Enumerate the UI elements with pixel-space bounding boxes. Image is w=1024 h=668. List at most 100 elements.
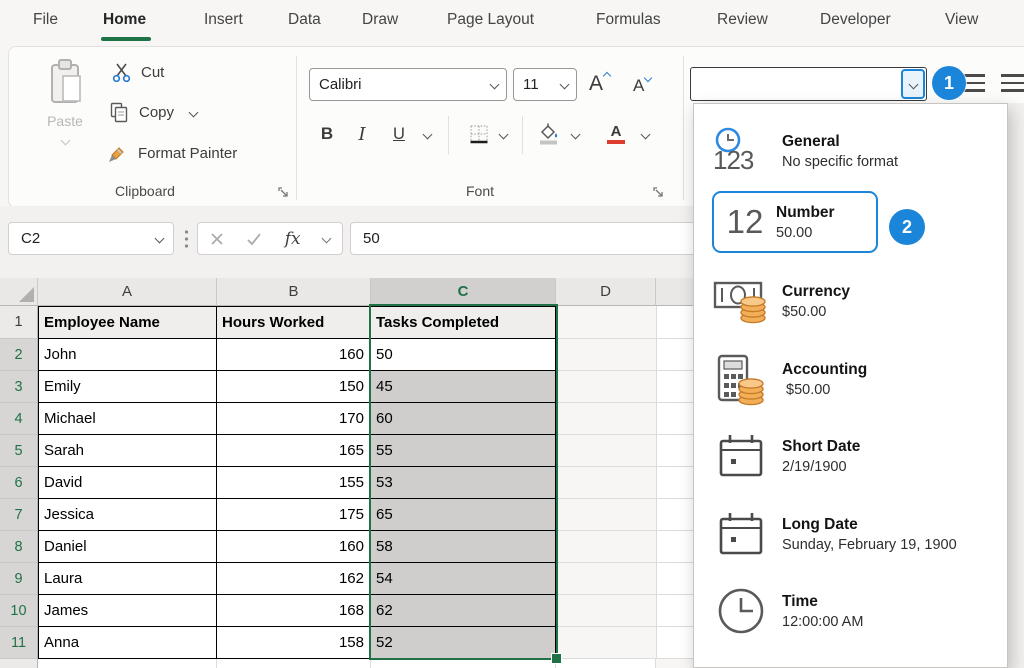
- tab-draw[interactable]: Draw: [362, 11, 398, 29]
- cell-d6[interactable]: [556, 467, 657, 499]
- cell-d3[interactable]: [556, 371, 657, 403]
- tab-developer[interactable]: Developer: [820, 11, 891, 29]
- tab-review[interactable]: Review: [717, 11, 768, 29]
- tab-home[interactable]: Home: [103, 11, 146, 29]
- enter-check-icon[interactable]: [246, 232, 262, 246]
- cell-b1[interactable]: Hours Worked: [217, 306, 371, 339]
- format-option-number-selected[interactable]: 12 Number 50.00: [712, 191, 878, 253]
- cell-b9[interactable]: 162: [217, 563, 371, 595]
- cell-c1[interactable]: Tasks Completed: [371, 306, 556, 339]
- align-lines-icon[interactable]: [1001, 74, 1024, 97]
- row-header[interactable]: 7: [0, 499, 38, 531]
- cell-b5[interactable]: 165: [217, 435, 371, 467]
- shrink-font-button[interactable]: A: [633, 76, 650, 96]
- cell-a7[interactable]: Jessica: [38, 499, 217, 531]
- copy-button[interactable]: Copy: [110, 102, 197, 123]
- format-option-time[interactable]: Time 12:00:00 AM: [700, 576, 1000, 646]
- cell-b6[interactable]: 155: [217, 467, 371, 499]
- name-box[interactable]: C2: [8, 222, 174, 255]
- format-option-long-date[interactable]: Long Date Sunday, February 19, 1900: [700, 499, 1000, 569]
- format-option-general[interactable]: 123 General No specific format: [700, 116, 1000, 186]
- row-header[interactable]: 8: [0, 531, 38, 563]
- cell-a9[interactable]: Laura: [38, 563, 217, 595]
- row-header[interactable]: 2: [0, 339, 38, 371]
- number-format-dropdown-arrow[interactable]: [901, 69, 925, 99]
- cell-a1[interactable]: Employee Name: [38, 306, 217, 339]
- tab-formulas[interactable]: Formulas: [596, 11, 661, 29]
- row-header[interactable]: 10: [0, 595, 38, 627]
- font-name-combo[interactable]: Calibri: [309, 68, 507, 101]
- underline-button[interactable]: U: [388, 120, 410, 148]
- cell-d4[interactable]: [556, 403, 657, 435]
- borders-button[interactable]: [468, 120, 490, 148]
- row-header[interactable]: 1: [0, 306, 38, 339]
- cell-a11[interactable]: Anna: [38, 627, 217, 659]
- row-header[interactable]: 9: [0, 563, 38, 595]
- column-header-a[interactable]: A: [38, 278, 217, 306]
- cell-d9[interactable]: [556, 563, 657, 595]
- row-header[interactable]: 3: [0, 371, 38, 403]
- cell-c3[interactable]: 45: [371, 371, 556, 403]
- row-header[interactable]: 4: [0, 403, 38, 435]
- cell-b7[interactable]: 175: [217, 499, 371, 531]
- tab-data[interactable]: Data: [288, 11, 321, 29]
- cell-a6[interactable]: David: [38, 467, 217, 499]
- cell-b8[interactable]: 160: [217, 531, 371, 563]
- cell-d1[interactable]: [556, 306, 657, 339]
- font-size-combo[interactable]: 11: [513, 68, 577, 101]
- fill-color-button[interactable]: [536, 120, 560, 148]
- tab-page-layout[interactable]: Page Layout: [447, 11, 534, 29]
- number-format-combo[interactable]: [690, 67, 927, 101]
- column-header-c-selected[interactable]: C: [371, 278, 556, 306]
- cell-a2[interactable]: John: [38, 339, 217, 371]
- cell-c11[interactable]: 52: [371, 627, 556, 659]
- cell-c8[interactable]: 58: [371, 531, 556, 563]
- cell-a10[interactable]: James: [38, 595, 217, 627]
- paste-button[interactable]: Paste: [36, 58, 94, 178]
- format-option-accounting[interactable]: Accounting $50.00: [700, 344, 1000, 414]
- cell-a5[interactable]: Sarah: [38, 435, 217, 467]
- cell-d11[interactable]: [556, 627, 657, 659]
- bold-button[interactable]: B: [314, 120, 340, 148]
- cell-d10[interactable]: [556, 595, 657, 627]
- cell-b10[interactable]: 168: [217, 595, 371, 627]
- cell-c5[interactable]: 55: [371, 435, 556, 467]
- row-header[interactable]: 11: [0, 627, 38, 659]
- grow-font-button[interactable]: A: [589, 72, 609, 96]
- row-header[interactable]: 5: [0, 435, 38, 467]
- cell-d2[interactable]: [556, 339, 657, 371]
- fill-handle[interactable]: [551, 653, 562, 664]
- cell-a3[interactable]: Emily: [38, 371, 217, 403]
- cell-c7[interactable]: 65: [371, 499, 556, 531]
- cell-d5[interactable]: [556, 435, 657, 467]
- cell-b4[interactable]: 170: [217, 403, 371, 435]
- column-header-b[interactable]: B: [217, 278, 371, 306]
- clipboard-dialog-launcher[interactable]: [277, 186, 290, 199]
- font-dialog-launcher[interactable]: [652, 186, 665, 199]
- cell-a4[interactable]: Michael: [38, 403, 217, 435]
- tab-view[interactable]: View: [945, 11, 978, 29]
- row-header[interactable]: 6: [0, 467, 38, 499]
- cell-c6[interactable]: 53: [371, 467, 556, 499]
- cell-c2-active[interactable]: 50: [371, 339, 556, 371]
- cell-b2[interactable]: 160: [217, 339, 371, 371]
- format-option-short-date[interactable]: Short Date 2/19/1900: [700, 421, 1000, 491]
- cut-button[interactable]: Cut: [112, 62, 164, 83]
- cell-d8[interactable]: [556, 531, 657, 563]
- cancel-icon[interactable]: [210, 232, 224, 246]
- select-all-corner[interactable]: [0, 278, 38, 306]
- cell-b11[interactable]: 158: [217, 627, 371, 659]
- tab-file[interactable]: File: [33, 11, 58, 29]
- insert-function-button[interactable]: fx: [285, 229, 301, 249]
- cell-c10[interactable]: 62: [371, 595, 556, 627]
- cell-b3[interactable]: 150: [217, 371, 371, 403]
- tab-insert[interactable]: Insert: [204, 11, 243, 29]
- format-painter-button[interactable]: Format Painter: [107, 143, 237, 164]
- font-color-button[interactable]: A: [606, 120, 626, 148]
- column-header-d[interactable]: D: [556, 278, 656, 306]
- format-option-currency[interactable]: Currency $50.00: [700, 266, 1000, 336]
- italic-button[interactable]: I: [352, 120, 372, 148]
- drag-dots-icon[interactable]: [184, 229, 189, 249]
- cell-d7[interactable]: [556, 499, 657, 531]
- cell-c4[interactable]: 60: [371, 403, 556, 435]
